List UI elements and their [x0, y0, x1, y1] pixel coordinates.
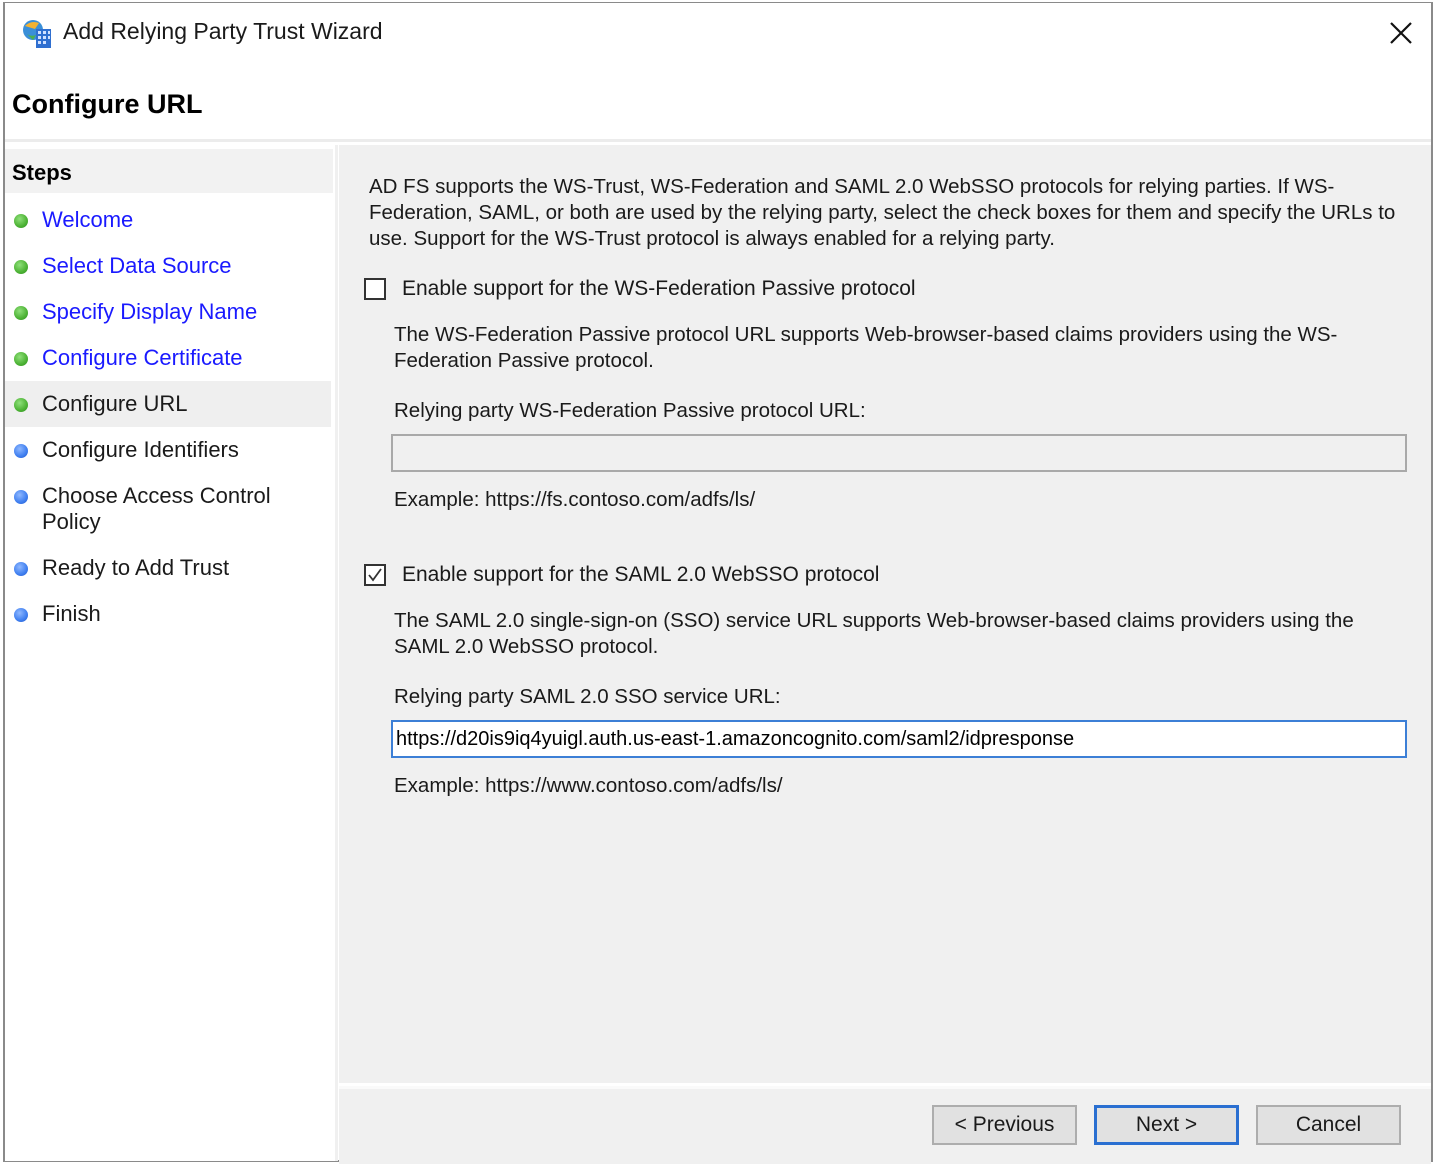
page-header: Configure URL — [5, 63, 1431, 141]
wsfed-url-label: Relying party WS-Federation Passive prot… — [394, 399, 866, 422]
step-label: Select Data Source — [42, 253, 232, 278]
intro-text: AD FS supports the WS-Trust, WS-Federati… — [369, 175, 1396, 250]
close-button[interactable] — [1381, 13, 1421, 53]
previous-button[interactable]: < Previous — [932, 1105, 1077, 1145]
wsfed-checkbox-label: Enable support for the WS-Federation Pas… — [402, 277, 916, 300]
step-completed-icon — [14, 260, 28, 274]
saml-url-input[interactable] — [391, 720, 1407, 758]
wizard-footer: < Previous Next > Cancel — [339, 1086, 1431, 1164]
steps-sidebar: Steps Welcome Select Data Source Specify… — [5, 145, 338, 1161]
saml-checkbox-label: Enable support for the SAML 2.0 WebSSO p… — [402, 563, 880, 586]
step-ready-to-add-trust: Ready to Add Trust — [5, 545, 331, 591]
checkbox-checked-icon[interactable] — [364, 564, 386, 586]
steps-heading: Steps — [12, 160, 72, 185]
close-icon — [1390, 22, 1412, 44]
step-label: Configure Certificate — [42, 345, 243, 370]
step-choose-access-control-policy: Choose Access Control Policy — [5, 473, 331, 545]
step-configure-certificate[interactable]: Configure Certificate — [5, 335, 331, 381]
saml-description: The SAML 2.0 single-sign-on (SSO) servic… — [394, 609, 1354, 658]
wsfed-url-example: Example: https://fs.contoso.com/adfs/ls/ — [394, 488, 756, 511]
step-specify-display-name[interactable]: Specify Display Name — [5, 289, 331, 335]
saml-url-example: Example: https://www.contoso.com/adfs/ls… — [394, 774, 783, 797]
step-label: Specify Display Name — [42, 299, 258, 324]
step-label: Ready to Add Trust — [42, 555, 230, 580]
step-pending-icon — [14, 562, 28, 576]
step-welcome[interactable]: Welcome — [5, 197, 331, 243]
step-pending-icon — [14, 608, 28, 622]
step-pending-icon — [14, 444, 28, 458]
step-finish: Finish — [5, 591, 331, 637]
wsfed-description: The WS-Federation Passive protocol URL s… — [394, 323, 1338, 372]
step-completed-icon — [14, 306, 28, 320]
page-title: Configure URL — [12, 89, 203, 119]
step-completed-icon — [14, 214, 28, 228]
relying-party-trust-icon — [23, 20, 51, 48]
next-button[interactable]: Next > — [1094, 1105, 1239, 1145]
window-title: Add Relying Party Trust Wizard — [63, 18, 383, 44]
step-label: Configure Identifiers — [42, 437, 239, 462]
steps-header: Steps — [5, 149, 333, 193]
saml-url-label: Relying party SAML 2.0 SSO service URL: — [394, 685, 781, 708]
step-configure-url: Configure URL — [5, 381, 331, 427]
header-divider — [5, 139, 1431, 142]
step-pending-icon — [14, 490, 28, 504]
wizard-window: Add Relying Party Trust Wizard Configure… — [3, 2, 1433, 1164]
wsfed-url-input[interactable] — [391, 434, 1407, 472]
checkbox-unchecked-icon[interactable] — [364, 278, 386, 300]
step-label: Choose Access Control Policy — [42, 483, 271, 534]
cancel-button[interactable]: Cancel — [1256, 1105, 1401, 1145]
step-label: Configure URL — [42, 391, 188, 416]
step-label: Welcome — [42, 207, 134, 232]
step-select-data-source[interactable]: Select Data Source — [5, 243, 331, 289]
step-label: Finish — [42, 601, 101, 626]
step-configure-identifiers: Configure Identifiers — [5, 427, 331, 473]
title-bar: Add Relying Party Trust Wizard — [5, 3, 1431, 63]
main-panel: AD FS supports the WS-Trust, WS-Federati… — [339, 145, 1431, 1083]
step-completed-icon — [14, 352, 28, 366]
step-current-icon — [14, 398, 28, 412]
